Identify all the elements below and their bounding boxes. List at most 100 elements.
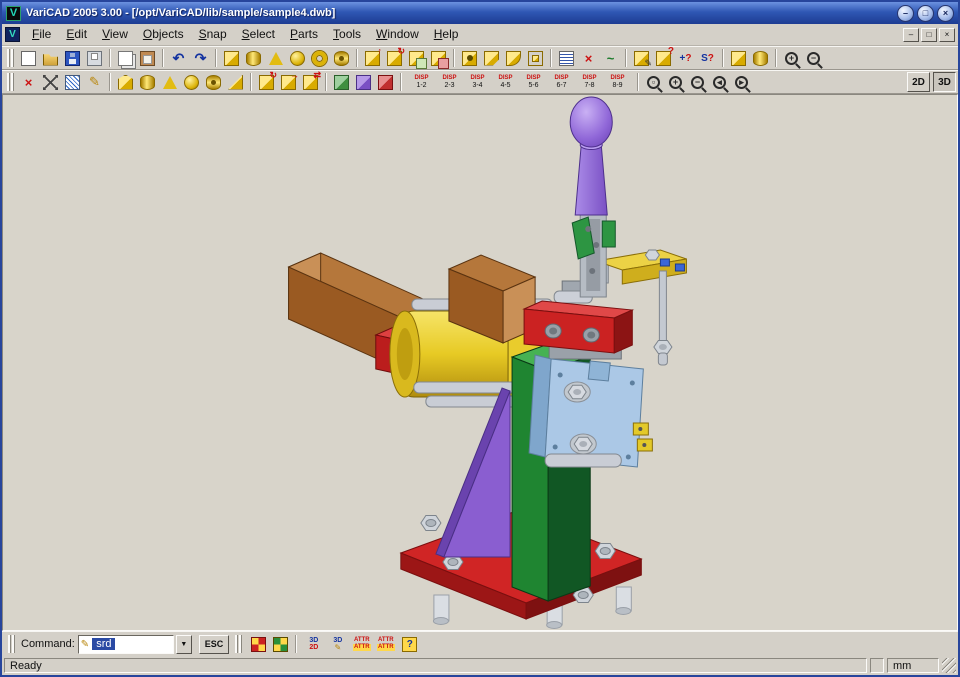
cylinder-solid-2-button[interactable]	[137, 72, 158, 92]
new-doc-button[interactable]	[18, 48, 39, 68]
model-top-block[interactable]	[524, 281, 632, 353]
print-button[interactable]	[84, 48, 105, 68]
disp-5-6-button[interactable]: DISP5-6	[520, 72, 547, 93]
menu-item-file[interactable]: File	[25, 25, 58, 44]
trim-edge-button[interactable]	[40, 72, 61, 92]
mdi-minimize-button[interactable]: –	[903, 28, 919, 42]
mirror-solid-button[interactable]	[300, 72, 321, 92]
part-lib-button[interactable]	[353, 72, 374, 92]
model-handle[interactable]	[570, 97, 612, 215]
edit-3d-button[interactable]: 3D✎	[327, 634, 348, 654]
insert-box-button[interactable]	[728, 48, 749, 68]
zoom-pan-right-button[interactable]	[731, 72, 752, 92]
minimize-button[interactable]: –	[897, 5, 914, 22]
menu-item-help[interactable]: Help	[427, 25, 466, 44]
toolbar-grip[interactable]	[8, 635, 15, 653]
zoom-pan-left-button[interactable]	[709, 72, 730, 92]
pencil-edit-button[interactable]	[84, 72, 105, 92]
model-side-plate[interactable]	[529, 343, 652, 467]
box-edit-button[interactable]	[631, 48, 652, 68]
disp-3-4-button[interactable]: DISP3-4	[464, 72, 491, 93]
red-cross-button[interactable]	[578, 48, 599, 68]
zoom-plus-2-button[interactable]	[665, 72, 686, 92]
resize-grip[interactable]	[942, 658, 956, 673]
command-dropdown-button[interactable]: ▼	[176, 635, 192, 654]
axis-question-button[interactable]	[675, 48, 696, 68]
shell-button[interactable]	[525, 48, 546, 68]
boolean-subtract-button[interactable]	[428, 48, 449, 68]
cone-solid-button[interactable]	[265, 48, 286, 68]
zoom-plus-button[interactable]	[781, 48, 802, 68]
chamfer-button[interactable]	[481, 48, 502, 68]
delete-red-button[interactable]	[18, 72, 39, 92]
move-solid-button[interactable]	[278, 72, 299, 92]
toolbar-grip[interactable]	[7, 49, 14, 67]
maximize-button[interactable]: □	[917, 5, 934, 22]
toolbar-grip[interactable]	[235, 635, 242, 653]
disp-4-5-button[interactable]: DISP4-5	[492, 72, 519, 93]
boolean-union-button[interactable]	[406, 48, 427, 68]
menu-item-select[interactable]: Select	[235, 25, 282, 44]
model-viewport[interactable]	[3, 95, 957, 630]
save-button[interactable]	[62, 48, 83, 68]
view-3d-2d-button[interactable]: 3D2D	[303, 634, 324, 654]
sphere-solid-button[interactable]	[287, 48, 308, 68]
menu-item-tools[interactable]: Tools	[326, 25, 368, 44]
insert-cyl-button[interactable]	[750, 48, 771, 68]
paste-button[interactable]	[137, 48, 158, 68]
menu-item-edit[interactable]: Edit	[59, 25, 94, 44]
grid-red-button[interactable]	[248, 634, 269, 654]
model-gusset[interactable]	[436, 388, 510, 557]
torus-solid-button[interactable]	[309, 48, 330, 68]
assembly-tool-button[interactable]	[375, 72, 396, 92]
copy-button[interactable]	[115, 48, 136, 68]
solid-list-button[interactable]	[556, 48, 577, 68]
cylinder-solid-button[interactable]	[243, 48, 264, 68]
grid-yellow-button[interactable]	[270, 634, 291, 654]
command-input[interactable]: ✎ srd	[78, 635, 174, 654]
disp-1-2-button[interactable]: DISP1-2	[408, 72, 435, 93]
pipe-solid-button[interactable]	[331, 48, 352, 68]
disp-6-7-button[interactable]: DISP6-7	[548, 72, 575, 93]
mdi-close-button[interactable]: ×	[939, 28, 955, 42]
undo-button[interactable]	[168, 48, 189, 68]
cone-solid-2-button[interactable]	[159, 72, 180, 92]
redo-button[interactable]	[190, 48, 211, 68]
solid-question-button[interactable]	[653, 48, 674, 68]
view-3d-button[interactable]: 3D	[933, 72, 956, 92]
extrude-button[interactable]	[362, 48, 383, 68]
toolbar-grip[interactable]	[7, 73, 14, 91]
hole-button[interactable]	[459, 48, 480, 68]
box-solid-button[interactable]	[221, 48, 242, 68]
zoom-minus-2-button[interactable]	[687, 72, 708, 92]
hatch-tool-button[interactable]	[62, 72, 83, 92]
zoom-window-button[interactable]	[643, 72, 664, 92]
menu-item-objects[interactable]: Objects	[136, 25, 191, 44]
view-2d-button[interactable]: 2D	[907, 72, 930, 92]
disp-8-9-button[interactable]: DISP8-9	[604, 72, 631, 93]
menu-item-view[interactable]: View	[95, 25, 135, 44]
path-tool-button[interactable]	[600, 48, 621, 68]
drawing-canvas[interactable]	[2, 94, 958, 631]
attr-edit-button[interactable]: ATTRATTR	[375, 634, 396, 654]
zoom-minus-button[interactable]	[803, 48, 824, 68]
open-button[interactable]	[40, 48, 61, 68]
attr-copy-button[interactable]: ATTRATTR	[351, 634, 372, 654]
menu-item-window[interactable]: Window	[369, 25, 426, 44]
menu-item-snap[interactable]: Snap	[192, 25, 234, 44]
titlebar[interactable]: V VariCAD 2005 3.00 - [/opt/VariCAD/lib/…	[2, 2, 958, 24]
esc-button[interactable]: ESC	[199, 635, 230, 654]
menu-item-parts[interactable]: Parts	[283, 25, 325, 44]
wedge-solid-button[interactable]	[225, 72, 246, 92]
part-insert-button[interactable]	[331, 72, 352, 92]
mdi-restore-button[interactable]: □	[921, 28, 937, 42]
attr-question-button[interactable]	[697, 48, 718, 68]
revolve-button[interactable]	[384, 48, 405, 68]
sphere-solid-2-button[interactable]	[181, 72, 202, 92]
tube-solid-button[interactable]	[203, 72, 224, 92]
disp-2-3-button[interactable]: DISP2-3	[436, 72, 463, 93]
close-button[interactable]: ×	[937, 5, 954, 22]
rotate-solid-button[interactable]	[256, 72, 277, 92]
help-book-button[interactable]	[399, 634, 420, 654]
prism-solid-button[interactable]	[115, 72, 136, 92]
